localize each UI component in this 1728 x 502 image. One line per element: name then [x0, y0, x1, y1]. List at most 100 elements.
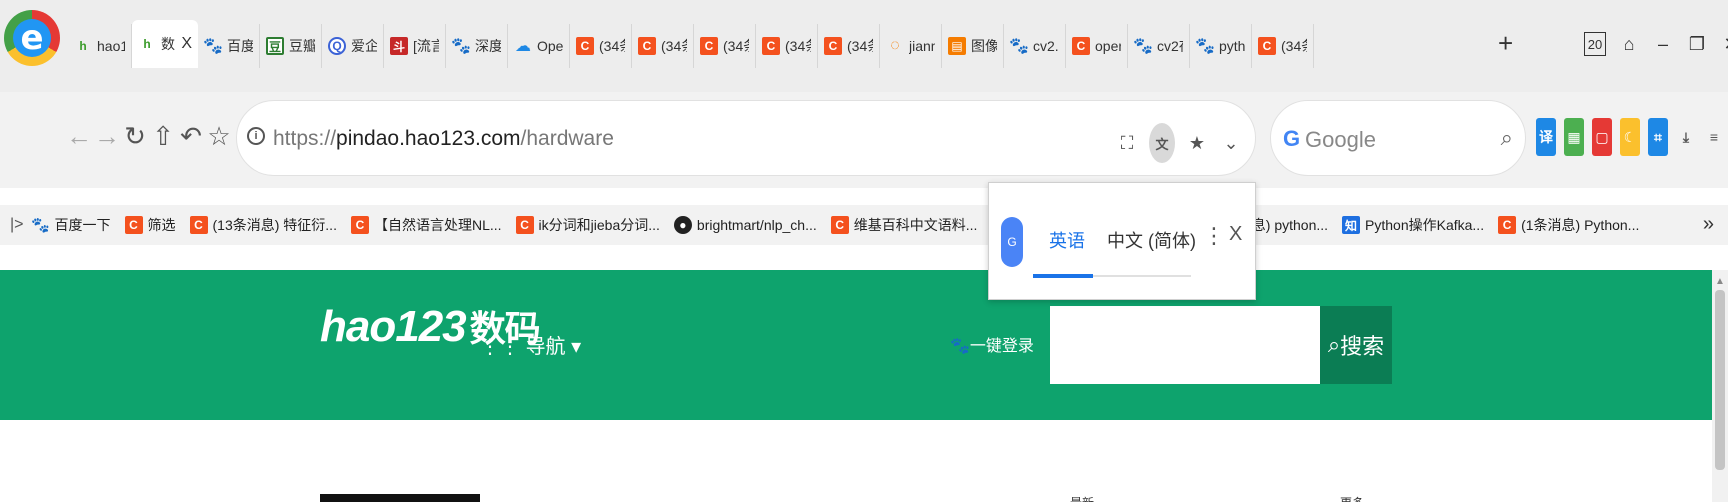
- bookmark-label: 维基百科中文语料...: [853, 217, 978, 233]
- translate-ext-icon[interactable]: 译: [1536, 118, 1556, 156]
- browser-tab[interactable]: ▤ 图像 -: [942, 24, 1004, 68]
- bookmark-favicon-icon: C: [189, 216, 208, 234]
- search-engine-placeholder: Google: [1305, 127, 1376, 152]
- browser-tab[interactable]: C (34条消: [818, 24, 880, 68]
- bookmark-item[interactable]: C 维基百科中文语料...: [830, 215, 978, 235]
- browser-tab[interactable]: C (34条消: [632, 24, 694, 68]
- tab-count-badge: 20: [1584, 32, 1606, 56]
- bookmark-label: (13条消息) 特征衍...: [212, 217, 337, 233]
- browser-tab[interactable]: Copenc: [1066, 24, 1128, 68]
- tab-strip: e 登录 hhao12h数码X🐾百度文豆豆瓣Q爱企查斗[流言杉🐾深度学☁Open…: [0, 0, 1728, 164]
- tab-label: (34条消: [785, 38, 811, 54]
- bookmark-label: Python操作Kafka...: [1365, 217, 1485, 233]
- tab-label: [流言杉: [413, 38, 439, 54]
- browser-tab[interactable]: 🐾cv2在: [1128, 24, 1190, 68]
- tab-label: (34条消: [599, 38, 625, 54]
- bookmark-star-icon[interactable]: ★: [1185, 129, 1209, 157]
- bookmarks-collapse-icon[interactable]: |>: [10, 216, 24, 234]
- screenshot-icon[interactable]: ⛶: [1115, 129, 1139, 157]
- address-bar[interactable]: i https://pindao.hao123.com/hardware ⛶ 文…: [236, 100, 1256, 176]
- translate-tab-underline: [1033, 274, 1191, 278]
- chevron-down-icon[interactable]: ⌄: [1219, 129, 1243, 157]
- reload-icon[interactable]: ↻: [124, 118, 146, 154]
- tab-label: (34条消: [1281, 38, 1307, 54]
- browser-tab[interactable]: 🐾百度文: [198, 24, 260, 68]
- tab-favicon-icon: ▤: [948, 37, 966, 55]
- nav-buttons: ← → ↻ ⇧ ↶ ☆: [66, 118, 231, 154]
- browser-tab[interactable]: ◌ jianmo: [880, 24, 942, 68]
- browser-tab[interactable]: 🐾深度学: [446, 24, 508, 68]
- search-box[interactable]: G Google ⌕: [1270, 100, 1526, 176]
- bookmark-item[interactable]: 知 Python操作Kafka...: [1342, 215, 1484, 235]
- bookmark-favicon-icon: C: [830, 216, 849, 234]
- bookmark-item[interactable]: 🐾 百度一下: [31, 215, 110, 235]
- nav-dropdown[interactable]: ⋮⋮ 导航 ▾: [480, 330, 581, 359]
- bookmark-favicon-icon: C: [124, 216, 143, 234]
- bookmark-item[interactable]: C (13条消息) 特征衍...: [189, 215, 337, 235]
- tab-source-language[interactable]: 英语: [1049, 227, 1085, 253]
- tab-favicon-icon: C: [1072, 37, 1090, 55]
- page-search-button-label: 搜索: [1340, 334, 1385, 359]
- bookmark-item[interactable]: ● brightmart/nlp_ch...: [673, 216, 817, 234]
- restore-icon[interactable]: ❐: [1680, 26, 1714, 62]
- browser-tab[interactable]: 🐾pytho: [1190, 24, 1252, 68]
- page-search-input[interactable]: [1050, 306, 1320, 384]
- browser-tab[interactable]: ☁ OpenC: [508, 24, 570, 68]
- browser-tab[interactable]: 豆豆瓣: [260, 24, 322, 68]
- tab-favicon-icon: h: [143, 37, 151, 51]
- bookmarks-more-icon[interactable]: »: [1703, 213, 1714, 236]
- tab-favicon-icon: 🐾: [451, 38, 471, 55]
- one-key-login[interactable]: 🐾一键登录⬆: [950, 332, 1063, 356]
- home-icon[interactable]: ⇧: [152, 118, 174, 154]
- crop-icon[interactable]: ⌗: [1648, 118, 1668, 156]
- forward-icon[interactable]: →: [94, 118, 120, 154]
- close-icon[interactable]: X: [1229, 223, 1242, 246]
- undo-icon[interactable]: ↶: [180, 118, 202, 154]
- tab-count-button[interactable]: 20: [1578, 26, 1612, 62]
- address-text[interactable]: https://pindao.hao123.com/hardware: [273, 127, 614, 151]
- tab-target-language[interactable]: 中文 (简体): [1107, 227, 1196, 253]
- more-options-icon[interactable]: ⋮: [1203, 223, 1225, 249]
- tab-favicon-icon: C: [762, 37, 780, 55]
- browser-tab[interactable]: h 数码 X: [132, 20, 198, 68]
- translate-icon[interactable]: 文: [1149, 123, 1175, 163]
- search-icon[interactable]: ⌕: [1501, 125, 1513, 151]
- toolbar: ← → ↻ ⇧ ↶ ☆ i https://pindao.hao123.com/…: [0, 92, 1728, 188]
- tab-label: (34条消: [723, 38, 749, 54]
- page-scrollbar[interactable]: ▲: [1712, 270, 1728, 502]
- bookmark-item[interactable]: Cik分词和jieba分词...: [515, 215, 660, 235]
- bookmark-item[interactable]: C 【自然语言处理NL...: [350, 215, 502, 235]
- page-header: hao123数码 ⋮⋮ 导航 ▾ 🐾一键登录⬆ ⌕ 搜索: [0, 270, 1712, 420]
- site-info-icon[interactable]: i: [247, 127, 265, 145]
- night-mode-icon[interactable]: ☾: [1620, 118, 1640, 156]
- bookmark-item[interactable]: C (1条消息) Python...: [1498, 215, 1639, 235]
- tab-label: 图像 -: [971, 38, 997, 54]
- browser-tab[interactable]: h hao12: [68, 24, 132, 68]
- new-tab-button[interactable]: +: [1498, 28, 1513, 59]
- page-search-button[interactable]: ⌕ 搜索: [1320, 306, 1392, 384]
- minimize-icon[interactable]: –: [1646, 26, 1680, 62]
- menu-icon[interactable]: ≡: [1704, 118, 1724, 156]
- browser-tab[interactable]: C (34条消: [570, 24, 632, 68]
- bookmark-item[interactable]: C 筛选: [124, 215, 176, 235]
- scroll-up-icon[interactable]: ▲: [1715, 276, 1725, 287]
- download-icon[interactable]: ⤓: [1676, 118, 1696, 156]
- pdf-ext-icon[interactable]: ▢: [1592, 118, 1612, 156]
- browser-tab[interactable]: 🐾cv2.re: [1004, 24, 1066, 68]
- bookmark-label: ik分词和jieba分词...: [538, 217, 660, 233]
- close-window-icon[interactable]: ✕: [1714, 26, 1728, 62]
- google-icon: G: [1283, 126, 1301, 151]
- apps-ext-icon[interactable]: ▦: [1564, 118, 1584, 156]
- scroll-thumb[interactable]: [1715, 290, 1725, 470]
- back-icon[interactable]: ←: [66, 118, 92, 154]
- browser-tab[interactable]: Q 爱企查: [322, 24, 384, 68]
- one-key-login-label: 一键登录: [969, 338, 1034, 355]
- browser-tab[interactable]: C (34条消: [694, 24, 756, 68]
- browser-tab[interactable]: C (34条消: [756, 24, 818, 68]
- skin-icon[interactable]: ⌂: [1612, 26, 1646, 62]
- bookmark-label: brightmart/nlp_ch...: [696, 217, 817, 233]
- browser-tab[interactable]: 斗 [流言杉: [384, 24, 446, 68]
- favorite-star-icon[interactable]: ☆: [207, 118, 230, 154]
- browser-tab[interactable]: C (34条消: [1252, 24, 1314, 68]
- tab-close-icon[interactable]: X: [181, 35, 192, 53]
